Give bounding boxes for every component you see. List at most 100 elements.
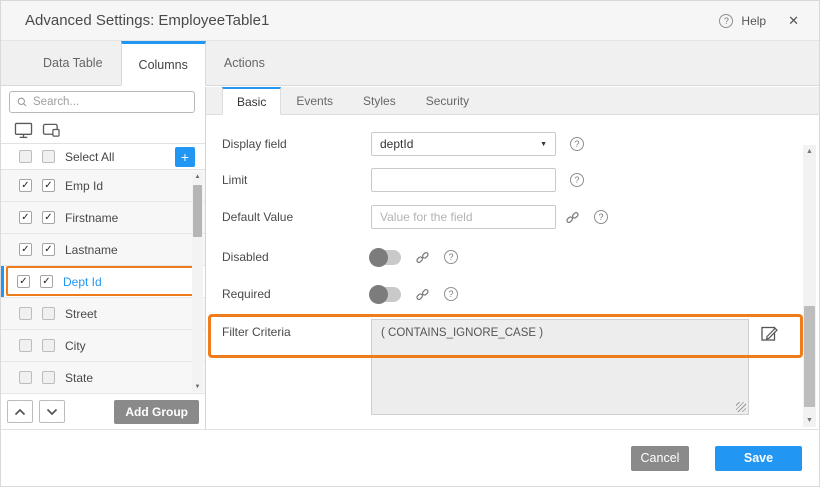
chevron-down-icon	[46, 408, 58, 416]
mobile-checkbox[interactable]: ✓	[42, 211, 55, 224]
search-input[interactable]	[33, 96, 187, 108]
filter-criteria-row: Filter Criteria ( CONTAINS_IGNORE_CASE )	[222, 319, 779, 415]
column-row-firstname[interactable]: ✓ ✓ Firstname	[1, 202, 205, 234]
column-row-emp-id[interactable]: ✓ ✓ Emp Id	[1, 170, 205, 202]
subtab-security[interactable]: Security	[411, 87, 484, 114]
search-field[interactable]	[9, 91, 195, 113]
column-label: Firstname	[65, 211, 118, 225]
advanced-settings-dialog: Advanced Settings: EmployeeTable1 ? Help…	[0, 0, 820, 487]
scroll-down-icon[interactable]: ▼	[195, 384, 201, 390]
selected-row-indicator	[1, 266, 4, 297]
display-field-row: Display field deptId ▼ ?	[222, 132, 779, 156]
add-column-button[interactable]: +	[175, 147, 195, 167]
search-icon	[17, 96, 27, 108]
scroll-up-icon[interactable]: ▲	[806, 148, 813, 155]
web-checkbox[interactable]	[19, 339, 32, 352]
limit-input[interactable]	[371, 168, 556, 192]
disabled-label: Disabled	[222, 250, 371, 264]
required-row: Required ?	[222, 282, 779, 306]
close-icon[interactable]: ✕	[788, 13, 799, 29]
bind-link-icon[interactable]	[415, 250, 430, 265]
edit-icon[interactable]	[760, 323, 779, 342]
column-row-dept-id[interactable]: ✓ ✓ Dept Id	[1, 266, 205, 298]
desktop-icon	[14, 122, 33, 139]
column-row-lastname[interactable]: ✓ ✓ Lastname	[1, 234, 205, 266]
display-field-label: Display field	[222, 137, 371, 151]
column-label: Street	[65, 307, 97, 321]
sidebar-footer: Add Group	[1, 394, 205, 429]
subtab-basic[interactable]: Basic	[222, 87, 281, 115]
tab-actions[interactable]: Actions	[206, 41, 283, 85]
scrollbar-thumb[interactable]	[804, 306, 815, 408]
mobile-checkbox[interactable]: ✓	[42, 243, 55, 256]
web-checkbox[interactable]: ✓	[17, 275, 30, 288]
column-label: State	[65, 371, 93, 385]
select-all-mobile-checkbox[interactable]	[42, 150, 55, 163]
mobile-checkbox[interactable]: ✓	[40, 275, 53, 288]
sub-tab-strip: Basic Events Styles Security	[206, 87, 819, 115]
column-row-city[interactable]: City	[1, 330, 205, 362]
mobile-checkbox[interactable]	[42, 339, 55, 352]
web-checkbox[interactable]: ✓	[19, 179, 32, 192]
toggle-knob	[369, 248, 388, 267]
mobile-checkbox[interactable]	[42, 307, 55, 320]
scroll-down-icon[interactable]: ▼	[806, 417, 813, 424]
column-label: City	[65, 339, 86, 353]
default-value-input[interactable]	[371, 205, 556, 229]
save-button[interactable]: Save	[715, 446, 802, 471]
move-up-button[interactable]	[7, 400, 33, 423]
select-all-label: Select All	[65, 150, 114, 164]
default-value-label: Default Value	[222, 210, 371, 224]
column-settings-panel: Basic Events Styles Security Display fie…	[206, 87, 819, 429]
selected-row-highlight	[6, 266, 203, 296]
column-label: Dept Id	[63, 275, 102, 289]
column-label: Emp Id	[65, 179, 103, 193]
web-checkbox[interactable]	[19, 371, 32, 384]
toggle-knob	[369, 285, 388, 304]
scroll-up-icon[interactable]: ▲	[195, 174, 201, 180]
add-group-button[interactable]: Add Group	[114, 400, 199, 424]
help-icon[interactable]: ?	[570, 173, 584, 187]
resize-handle[interactable]	[736, 402, 746, 412]
help-icon[interactable]: ?	[570, 137, 584, 151]
tab-data-table[interactable]: Data Table	[25, 41, 121, 85]
column-row-state[interactable]: State	[1, 362, 205, 394]
help-icon[interactable]: ?	[594, 210, 608, 224]
web-checkbox[interactable]: ✓	[19, 243, 32, 256]
disabled-row: Disabled ?	[222, 245, 779, 269]
cancel-button[interactable]: Cancel	[631, 446, 689, 471]
disabled-toggle[interactable]	[371, 250, 401, 265]
mobile-icon	[42, 122, 61, 138]
help-icon[interactable]: ?	[444, 287, 458, 301]
web-checkbox[interactable]: ✓	[19, 211, 32, 224]
column-list-scrollbar[interactable]: ▲ ▼	[192, 172, 203, 392]
limit-row: Limit ?	[222, 168, 779, 192]
dropdown-caret-icon: ▼	[540, 141, 547, 148]
filter-criteria-value: ( CONTAINS_IGNORE_CASE )	[381, 327, 543, 339]
scrollbar-thumb[interactable]	[193, 185, 202, 237]
content-area: Select All + ✓ ✓ Emp Id ✓ ✓ Firstname ✓ …	[1, 87, 819, 429]
mobile-checkbox[interactable]	[42, 371, 55, 384]
help-icon[interactable]: ?	[719, 14, 733, 28]
dialog-title: Advanced Settings: EmployeeTable1	[25, 12, 269, 29]
subtab-styles[interactable]: Styles	[348, 87, 411, 114]
move-down-button[interactable]	[39, 400, 65, 423]
bind-link-icon[interactable]	[415, 287, 430, 302]
dialog-footer: Cancel Save	[1, 429, 819, 486]
basic-settings-form: Display field deptId ▼ ? Limit ? Default…	[206, 115, 819, 429]
subtab-events[interactable]: Events	[281, 87, 348, 114]
display-field-select[interactable]: deptId ▼	[371, 132, 556, 156]
display-field-value: deptId	[380, 137, 413, 151]
select-all-web-checkbox[interactable]	[19, 150, 32, 163]
bind-link-icon[interactable]	[565, 210, 580, 225]
mobile-checkbox[interactable]: ✓	[42, 179, 55, 192]
column-row-street[interactable]: Street	[1, 298, 205, 330]
web-checkbox[interactable]	[19, 307, 32, 320]
tab-columns[interactable]: Columns	[121, 41, 206, 86]
form-scrollbar[interactable]: ▲ ▼	[803, 145, 816, 427]
required-toggle[interactable]	[371, 287, 401, 302]
help-icon[interactable]: ?	[444, 250, 458, 264]
title-bar: Advanced Settings: EmployeeTable1 ? Help…	[1, 1, 819, 41]
filter-criteria-textarea[interactable]: ( CONTAINS_IGNORE_CASE )	[371, 319, 749, 415]
help-label[interactable]: Help	[741, 14, 766, 28]
